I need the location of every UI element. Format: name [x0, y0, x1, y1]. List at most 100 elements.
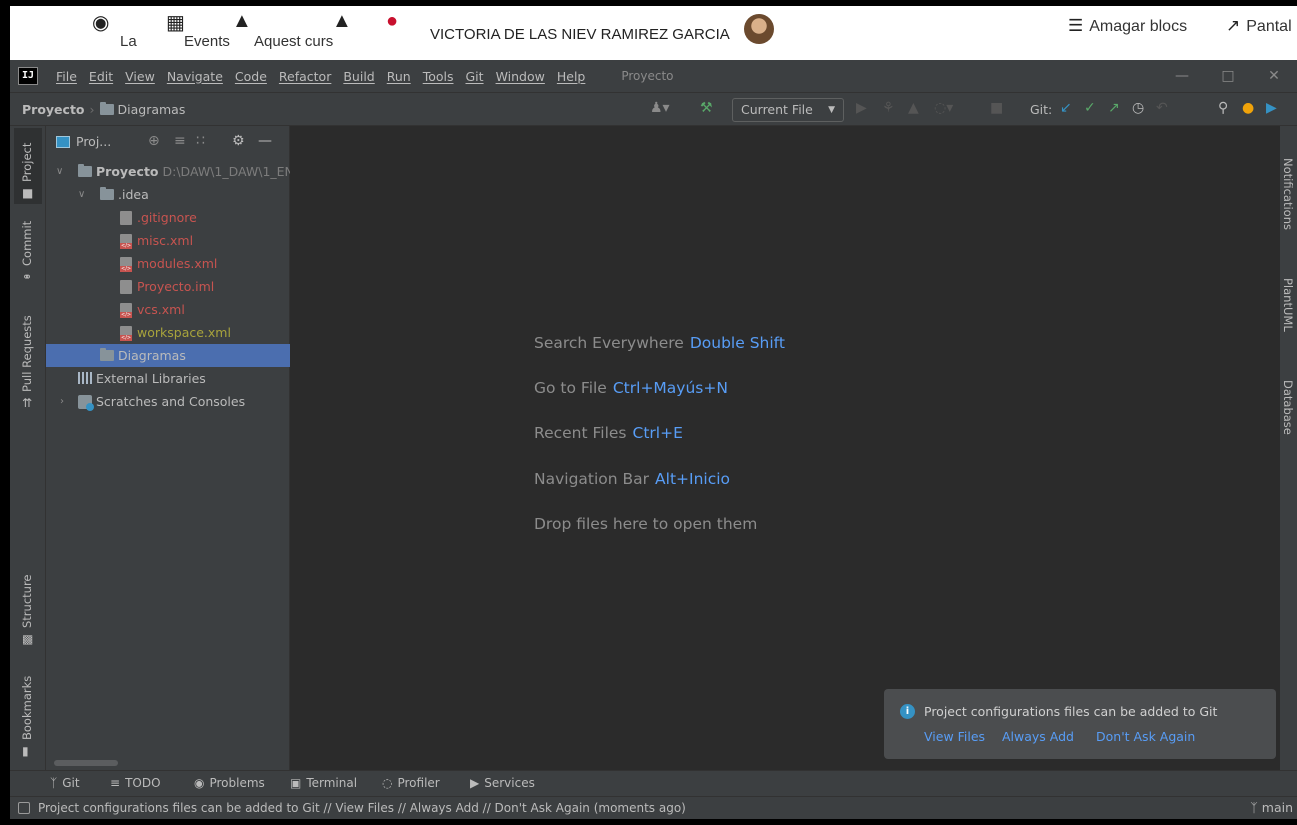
pull-request-icon: ⇈: [22, 396, 33, 410]
git-history-icon[interactable]: ◷: [1132, 100, 1144, 116]
debug-icon[interactable]: ⚘: [882, 100, 895, 116]
menu-help[interactable]: Help: [557, 69, 586, 84]
tree-node-scratches[interactable]: › Scratches and Consoles: [46, 390, 290, 413]
window-controls: — □ ✕: [1159, 60, 1297, 92]
bell-icon: ▲: [332, 10, 352, 32]
tool-todo[interactable]: ≡ TODO: [110, 776, 161, 790]
breadcrumb-separator-icon: ›: [89, 102, 95, 117]
status-message[interactable]: Project configurations files can be adde…: [38, 801, 686, 815]
view-files-link[interactable]: View Files: [924, 729, 985, 744]
coverage-icon[interactable]: ▲: [908, 100, 919, 116]
user-icon[interactable]: ♟▾: [650, 100, 670, 116]
menu-git[interactable]: Git: [466, 69, 484, 84]
intellij-logo-icon: IJ: [18, 67, 38, 85]
hint-search-everywhere: Search Everywhere Double Shift: [534, 334, 785, 352]
chevron-down-icon: ∨: [56, 166, 64, 177]
maximize-icon[interactable]: □: [1205, 68, 1251, 84]
project-path: D:\DAW\1_DAW\1_EN: [162, 164, 294, 179]
expand-icon: ↗: [1226, 16, 1241, 35]
avatar[interactable]: [744, 14, 774, 44]
git-push-icon[interactable]: ↗: [1108, 100, 1120, 116]
hide-icon[interactable]: —: [258, 133, 272, 149]
menu-navigate[interactable]: Navigate: [167, 69, 223, 84]
menu-build[interactable]: Build: [343, 69, 374, 84]
xml-file-icon: [120, 326, 133, 341]
build-hammer-icon[interactable]: ⚒: [700, 100, 713, 116]
plugin-icon[interactable]: ▶: [1266, 100, 1277, 116]
tool-problems[interactable]: ◉ Problems: [194, 776, 265, 790]
menu-view[interactable]: View: [125, 69, 155, 84]
tool-terminal[interactable]: ▣ Terminal: [290, 776, 357, 790]
project-view-select[interactable]: Proj...: [56, 134, 111, 149]
collapse-blocks-button[interactable]: ☰ Amagar blocs: [1068, 16, 1187, 36]
menu-refactor[interactable]: Refactor: [279, 69, 331, 84]
menu-window[interactable]: Window: [496, 69, 545, 84]
run-icon[interactable]: ▶: [856, 100, 867, 116]
tool-tab-pull-requests[interactable]: Pull Requests ⇈: [14, 294, 42, 414]
tool-windows-icon[interactable]: [18, 802, 30, 814]
close-icon[interactable]: ✕: [1251, 68, 1297, 84]
menu-edit[interactable]: Edit: [89, 69, 113, 84]
project-tree: ∨ Proyecto D:\DAW\1_DAW\1_EN ∨ .idea .gi…: [46, 160, 294, 413]
horizontal-scrollbar[interactable]: [54, 760, 118, 766]
tool-profiler[interactable]: ◌ Profiler: [382, 776, 440, 790]
tree-file-workspace-xml[interactable]: workspace.xml: [46, 321, 290, 344]
menu-run[interactable]: Run: [387, 69, 411, 84]
navigation-toolbar: Proyecto › Diagramas ♟▾ ⚒ Current File ▼ ▶ …: [10, 92, 1297, 126]
locate-icon[interactable]: ⊕: [148, 133, 160, 149]
breadcrumb-root[interactable]: Proyecto: [22, 102, 85, 117]
project-window-icon: [56, 136, 70, 148]
run-configuration-select[interactable]: Current File ▼: [732, 98, 844, 122]
menu-file[interactable]: File: [56, 69, 77, 84]
git-commit-icon[interactable]: ✓: [1084, 100, 1096, 116]
gitignore-file-icon: [120, 211, 132, 225]
window-title: Proyecto: [621, 69, 674, 83]
git-branch-icon: ᛉ: [1250, 800, 1262, 815]
breadcrumb-child[interactable]: Diagramas: [118, 102, 186, 117]
menu-code[interactable]: Code: [235, 69, 267, 84]
right-tool-strip: Notifications PlantUML Database: [1280, 126, 1297, 770]
git-rollback-icon[interactable]: ↶: [1156, 100, 1168, 116]
breadcrumb: Proyecto › Diagramas: [22, 102, 185, 117]
gear-icon[interactable]: ⚙: [232, 133, 245, 149]
fullscreen-button[interactable]: ↗ Pantal: [1226, 16, 1292, 36]
menu-tools[interactable]: Tools: [423, 69, 454, 84]
dont-ask-again-link[interactable]: Don't Ask Again: [1096, 729, 1195, 744]
collapse-blocks-icon: ☰: [1068, 16, 1084, 35]
minimize-icon[interactable]: —: [1159, 68, 1205, 84]
moodle-top-bar: ◉ La ▦ Events ▲ Aquest curs ▲ ● VICTORIA…: [10, 6, 1297, 60]
git-branch-widget[interactable]: ᛉ main: [1250, 800, 1293, 815]
notification-message: Project configurations files can be adde…: [924, 704, 1218, 719]
collapse-all-icon[interactable]: ∷: [196, 133, 205, 149]
tool-tab-bookmarks[interactable]: Bookmarks ▮: [14, 670, 42, 762]
always-add-link[interactable]: Always Add: [1002, 729, 1074, 744]
tree-node-idea[interactable]: ∨ .idea: [46, 183, 290, 206]
screen: ◉ La ▦ Events ▲ Aquest curs ▲ ● VICTORIA…: [10, 6, 1297, 819]
user-name[interactable]: VICTORIA DE LAS NIEV RAMIREZ GARCIA: [430, 26, 730, 43]
profile-icon[interactable]: ◌▾: [934, 100, 953, 116]
tree-file-modules-xml[interactable]: modules.xml: [46, 252, 290, 275]
git-update-icon[interactable]: ↙: [1060, 100, 1072, 116]
expand-all-icon[interactable]: ≡: [174, 133, 186, 149]
tree-node-proyecto[interactable]: ∨ Proyecto D:\DAW\1_DAW\1_EN: [46, 160, 294, 183]
tool-tab-structure[interactable]: Structure ▩: [14, 570, 42, 647]
tree-node-external-libraries[interactable]: External Libraries: [46, 367, 290, 390]
editor-area: Search Everywhere Double Shift Go to File…: [290, 126, 1280, 770]
stop-icon[interactable]: ■: [990, 100, 1003, 116]
search-icon[interactable]: ⚲: [1218, 100, 1228, 116]
tool-tab-project[interactable]: Project ■: [14, 128, 42, 204]
tree-file-vcs-xml[interactable]: vcs.xml: [46, 298, 290, 321]
menu-bar: IJ File Edit View Navigate Code Refactor…: [10, 60, 1297, 92]
tool-tab-commit[interactable]: Commit ⚭: [14, 208, 42, 290]
tool-git[interactable]: ᛉ Git: [50, 776, 80, 790]
tree-file-misc-xml[interactable]: misc.xml: [46, 229, 290, 252]
tree-file-proyecto-iml[interactable]: Proyecto.iml: [46, 275, 290, 298]
git-notification-balloon: i Project configurations files can be ad…: [884, 689, 1276, 759]
update-icon[interactable]: ●: [1242, 100, 1254, 116]
tree-node-diagramas[interactable]: Diagramas: [46, 344, 290, 367]
xml-file-icon: [120, 303, 133, 318]
project-panel: Proj... ⊕ ≡ ∷ ⚙ — ∨ Proyecto D:\DAW\1_DA…: [46, 126, 294, 770]
tool-services[interactable]: ▶ Services: [470, 776, 535, 790]
hint-navigation-bar: Navigation Bar Alt+Inicio: [534, 470, 731, 488]
tree-file-gitignore[interactable]: .gitignore: [46, 206, 290, 229]
